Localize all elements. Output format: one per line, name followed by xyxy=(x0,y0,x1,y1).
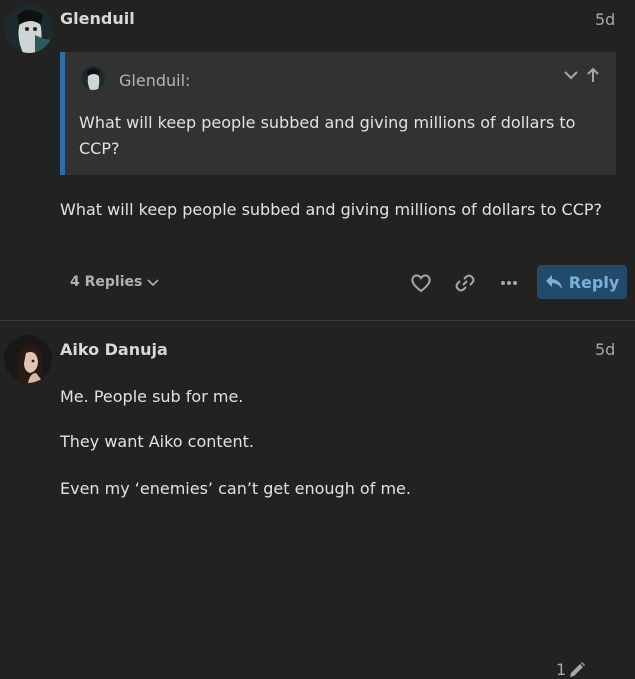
replies-toggle[interactable]: 4 Replies xyxy=(70,274,160,290)
post-aiko: Aiko Danuja 1 5d Me. People sub for me. … xyxy=(0,321,635,679)
avatar-glenduil[interactable] xyxy=(5,5,53,53)
more-icon[interactable] xyxy=(497,272,521,294)
edit-history[interactable]: 1 xyxy=(556,660,586,679)
paragraph: They want Aiko content. xyxy=(60,432,255,451)
arrow-up-icon[interactable] xyxy=(586,66,600,88)
pencil-icon xyxy=(570,661,586,677)
quote-avatar xyxy=(81,66,105,90)
quote-author: Glenduil: xyxy=(119,71,191,90)
username-glenduil[interactable]: Glenduil xyxy=(60,9,135,28)
post-date[interactable]: 5d xyxy=(595,340,615,359)
paragraph: Even my ‘enemies’ can’t get enough of me… xyxy=(60,479,411,498)
post-date[interactable]: 5d xyxy=(595,10,615,29)
chevron-down-icon[interactable] xyxy=(562,66,580,88)
reply-button[interactable]: Reply xyxy=(537,265,627,299)
chevron-down-icon xyxy=(147,279,159,287)
replies-label: 4 Replies xyxy=(70,274,143,290)
paragraph: Me. People sub for me. xyxy=(60,387,244,406)
edit-count: 1 xyxy=(556,660,567,679)
quote-block: Glenduil: What will keep people subbed a… xyxy=(60,52,616,175)
heart-icon[interactable] xyxy=(409,272,433,294)
post-glenduil: Glenduil 5d Glenduil: What will keep peo… xyxy=(0,0,635,320)
avatar-aiko[interactable] xyxy=(4,335,52,383)
username-aiko[interactable]: Aiko Danuja xyxy=(60,340,168,359)
reply-label: Reply xyxy=(568,272,620,292)
link-icon[interactable] xyxy=(453,272,477,294)
post-body: What will keep people subbed and giving … xyxy=(60,200,603,219)
quote-text: What will keep people subbed and giving … xyxy=(79,113,576,158)
reply-arrow-icon xyxy=(545,275,562,289)
